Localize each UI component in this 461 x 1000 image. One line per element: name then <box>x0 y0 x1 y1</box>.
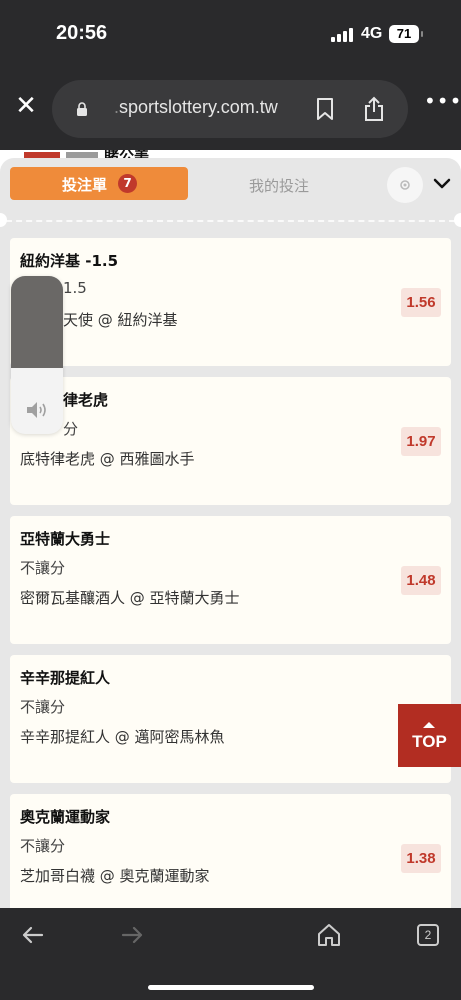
bet-count-badge: 7 <box>118 174 137 193</box>
close-icon[interactable]: ✕ <box>14 93 38 119</box>
web-content: 賭公美 投注單 7 我的投注 紐約洋基 -1.5 1.5 天使 @ 紐約洋基 1… <box>0 150 461 908</box>
bet-team: 奧克蘭運動家 <box>20 808 111 826</box>
dashed-divider <box>6 220 455 222</box>
bet-type: 分 <box>63 420 79 438</box>
bet-match: 天使 @ 紐約洋基 <box>63 311 178 329</box>
bet-card[interactable]: 紐約洋基 -1.5 1.5 天使 @ 紐約洋基 1.56 <box>10 238 451 366</box>
scroll-top-label: TOP <box>412 732 447 751</box>
bet-match: 辛辛那提紅人 @ 邁阿密馬林魚 <box>20 728 225 746</box>
bookmark-icon[interactable] <box>316 98 334 120</box>
bet-card[interactable]: 辛辛那提紅人 不讓分 辛辛那提紅人 @ 邁阿密馬林魚 <box>10 655 451 783</box>
url-domain: sportslottery.com.tw <box>119 97 278 117</box>
bet-team: 亞特蘭大勇士 <box>20 530 111 548</box>
tabs-icon[interactable]: 2 <box>417 924 439 946</box>
bet-card[interactable]: 亞特蘭大勇士 不讓分 密爾瓦基釀酒人 @ 亞特蘭大勇士 1.48 <box>10 516 451 644</box>
battery-level: 71 <box>396 26 412 41</box>
odds-button[interactable]: 1.56 <box>401 288 441 317</box>
bet-card[interactable]: 律老虎 分 底特律老虎 @ 西雅圖水手 1.97 <box>10 377 451 505</box>
home-indicator <box>148 985 314 990</box>
odds-button[interactable]: 1.48 <box>401 566 441 595</box>
bet-slip-panel: 投注單 7 我的投注 紐約洋基 -1.5 1.5 天使 @ 紐約洋基 1.56 … <box>0 158 461 908</box>
bet-team: 律老虎 <box>63 391 109 409</box>
battery-tip <box>421 31 423 37</box>
bet-type: 不讓分 <box>20 837 66 855</box>
battery-icon: 71 <box>389 25 419 43</box>
odds-button[interactable]: 1.38 <box>401 844 441 873</box>
more-icon[interactable]: ••• <box>424 91 461 120</box>
bet-match: 密爾瓦基釀酒人 @ 亞特蘭大勇士 <box>20 589 240 607</box>
volume-track <box>11 276 63 368</box>
bet-match: 底特律老虎 @ 西雅圖水手 <box>20 450 195 468</box>
lock-icon <box>77 102 87 116</box>
volume-indicator <box>11 276 63 434</box>
chevron-down-icon[interactable] <box>432 176 452 192</box>
divider-notch-right <box>454 213 461 227</box>
tab-bet-slip-label: 投注單 <box>62 176 108 194</box>
tabs-count-label: 2 <box>424 928 432 942</box>
bet-card[interactable]: 奧克蘭運動家 不讓分 芝加哥白襪 @ 奧克蘭運動家 1.38 <box>10 794 451 908</box>
back-arrow-icon[interactable] <box>20 922 46 948</box>
bet-team: 紐約洋基 -1.5 <box>20 252 119 270</box>
bet-type: 不讓分 <box>20 559 66 577</box>
tab-my-bets[interactable]: 我的投注 <box>249 175 309 196</box>
home-icon[interactable] <box>316 922 342 948</box>
arrow-up-icon <box>423 722 435 728</box>
speaker-icon <box>27 402 46 418</box>
browser-toolbar: 2 <box>0 908 461 1000</box>
divider-notch-left <box>0 213 7 227</box>
browser-bar: ✕ .sportslottery.com.tw ••• <box>0 70 461 150</box>
address-bar[interactable]: .sportslottery.com.tw <box>52 80 408 138</box>
settings-button[interactable] <box>387 167 423 203</box>
share-icon[interactable] <box>363 96 385 122</box>
scroll-top-button[interactable]: TOP <box>398 704 461 767</box>
bet-type: 1.5 <box>63 279 87 297</box>
network-type: 4G <box>361 25 383 42</box>
url-text: .sportslottery.com.tw <box>114 97 278 118</box>
bet-type: 不讓分 <box>20 698 66 716</box>
odds-button[interactable]: 1.97 <box>401 427 441 456</box>
tab-bet-slip[interactable]: 投注單 7 <box>10 167 188 200</box>
bet-team: 辛辛那提紅人 <box>20 669 111 687</box>
forward-arrow-icon[interactable] <box>119 922 145 948</box>
gear-icon <box>400 180 410 190</box>
status-bar: 20:56 4G 71 <box>0 0 461 70</box>
status-time: 20:56 <box>56 22 108 44</box>
bet-match: 芝加哥白襪 @ 奧克蘭運動家 <box>20 867 210 885</box>
cellular-signal-icon <box>331 28 355 42</box>
